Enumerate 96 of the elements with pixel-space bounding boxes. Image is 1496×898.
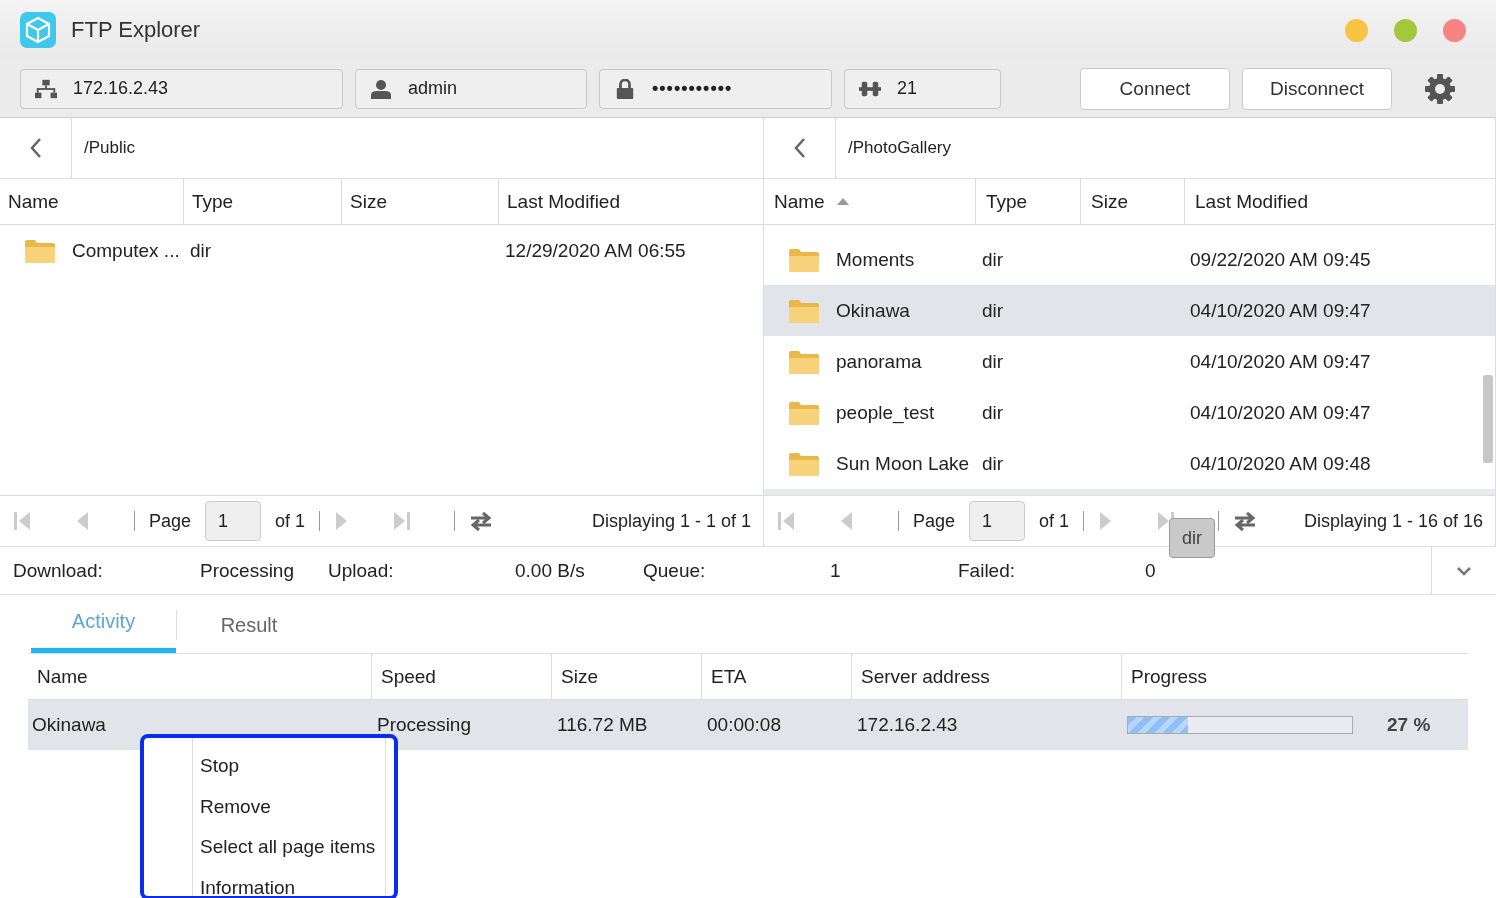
modified-date: 04/10/2020 AM 09:48 (1190, 452, 1371, 474)
folder-icon (789, 298, 819, 323)
file-row[interactable]: Sun Moon Lake dir 04/10/2020 AM 09:48 (764, 438, 1495, 489)
status-label: Failed: (958, 559, 1017, 582)
window-title: FTP Explorer (71, 17, 201, 43)
page-number-field[interactable]: 1 (205, 501, 262, 541)
maximize-button[interactable] (1394, 18, 1417, 42)
password-field[interactable]: ••••••••••• (599, 68, 832, 109)
chevron-down-icon[interactable] (1456, 565, 1472, 576)
close-button[interactable] (1443, 18, 1466, 42)
file-row[interactable]: Okinawa dir 04/10/2020 AM 09:47 (764, 285, 1495, 336)
status-value: 0.00 B/s (515, 559, 586, 582)
column-header[interactable]: Last Modified (499, 179, 763, 224)
column-header[interactable]: Name (28, 654, 372, 699)
status-value: 1 (830, 559, 842, 582)
transfer-name: Okinawa (32, 714, 106, 735)
file-row[interactable]: people_test dir 04/10/2020 AM 09:47 (764, 387, 1495, 438)
file-name: Computex ... (72, 240, 180, 262)
file-type: dir (982, 299, 1004, 321)
folder-icon (789, 349, 819, 374)
transfer-row[interactable]: Okinawa Processing 116.72 MB 00:00:08 172.16.2.43 27 % (28, 700, 1468, 750)
status-label: Queue: (643, 559, 707, 582)
file-type: dir (982, 350, 1004, 372)
file-name: panorama (836, 350, 922, 373)
last-page-icon[interactable] (394, 511, 411, 531)
refresh-icon[interactable] (469, 510, 494, 532)
lock-icon (614, 78, 636, 99)
refresh-icon[interactable] (1233, 510, 1258, 532)
column-header[interactable]: ETA (702, 654, 852, 699)
folder-icon (789, 247, 819, 272)
scrollbar-thumb[interactable] (1483, 375, 1493, 463)
file-row[interactable]: Computex ... dir 12/29/2020 AM 06:55 (0, 225, 763, 277)
status-label: Download: (13, 559, 104, 582)
disconnect-button[interactable]: Disconnect (1242, 67, 1392, 110)
file-name: people_test (836, 401, 935, 424)
file-name: Okinawa (836, 299, 910, 322)
modified-date: 04/10/2020 AM 09:47 (1190, 401, 1371, 423)
column-header[interactable]: Server address (852, 654, 1122, 699)
transfer-speed: Processing (377, 714, 471, 735)
file-name: Moments (836, 248, 915, 271)
file-type: dir (190, 240, 212, 261)
modified-date: 04/10/2020 AM 09:47 (1190, 350, 1371, 372)
menu-item[interactable]: Select all page items (200, 827, 394, 868)
column-header[interactable]: Name (764, 179, 976, 224)
cube-logo-icon (20, 12, 56, 48)
folder-icon (789, 451, 819, 476)
page-number-field[interactable]: 1 (969, 501, 1026, 541)
network-icon (35, 78, 57, 99)
tab[interactable]: Result (176, 610, 321, 640)
path-field[interactable]: /Public (84, 138, 136, 158)
progress-percent: 27 % (1387, 714, 1431, 736)
first-page-icon[interactable] (14, 511, 30, 531)
column-header[interactable]: Size (342, 179, 499, 224)
modified-date: 09/22/2020 AM 09:45 (1190, 248, 1371, 270)
file-row[interactable]: Moments dir 09/22/2020 AM 09:45 (764, 234, 1495, 285)
display-count: Displaying 1 - 16 of 16 (1303, 510, 1483, 532)
modified-date: 04/10/2020 AM 09:47 (1190, 299, 1371, 321)
file-type: dir (982, 401, 1004, 423)
username-field[interactable]: admin (355, 68, 587, 109)
page-label: Page (149, 510, 192, 532)
tooltip: dir (1169, 518, 1215, 558)
status-value: Processing (200, 559, 295, 582)
status-value: 0 (1145, 559, 1157, 582)
transfer-size: 116.72 MB (557, 714, 648, 735)
column-header[interactable]: Speed (372, 654, 552, 699)
page-count: of 1 (1039, 510, 1070, 532)
menu-item[interactable]: Information (200, 867, 394, 898)
transfer-eta: 00:00:08 (707, 714, 781, 735)
file-type: dir (982, 452, 1004, 474)
connect-button[interactable]: Connect (1080, 67, 1230, 110)
column-header[interactable]: Progress (1122, 654, 1468, 699)
column-header[interactable]: Type (976, 179, 1081, 224)
path-field[interactable]: /PhotoGallery (848, 138, 951, 158)
page-count: of 1 (275, 510, 306, 532)
modified-date: 12/29/2020 AM 06:55 (505, 240, 686, 261)
settings-icon[interactable] (1424, 72, 1456, 105)
folder-icon (25, 239, 55, 263)
port-field[interactable]: 21 (844, 68, 1001, 109)
status-label: Upload: (328, 559, 395, 582)
host-field[interactable]: 172.16.2.43 (20, 68, 343, 109)
file-type: dir (982, 248, 1004, 270)
file-row[interactable]: panorama dir 04/10/2020 AM 09:47 (764, 336, 1495, 387)
column-header[interactable]: Size (1081, 179, 1185, 224)
display-count: Displaying 1 - 1 of 1 (591, 510, 751, 532)
folder-icon (789, 400, 819, 425)
file-name: Sun Moon Lake (836, 452, 970, 475)
first-page-icon[interactable] (778, 511, 794, 531)
server-address: 172.16.2.43 (857, 714, 958, 735)
column-header[interactable]: Type (184, 179, 342, 224)
minimize-button[interactable] (1345, 18, 1368, 42)
user-icon (370, 78, 392, 99)
page-label: Page (913, 510, 956, 532)
column-header[interactable]: Size (552, 654, 702, 699)
column-header[interactable]: Last Modified (1185, 179, 1495, 224)
column-header[interactable]: Name (0, 179, 184, 224)
menu-item[interactable]: Remove (200, 786, 394, 827)
